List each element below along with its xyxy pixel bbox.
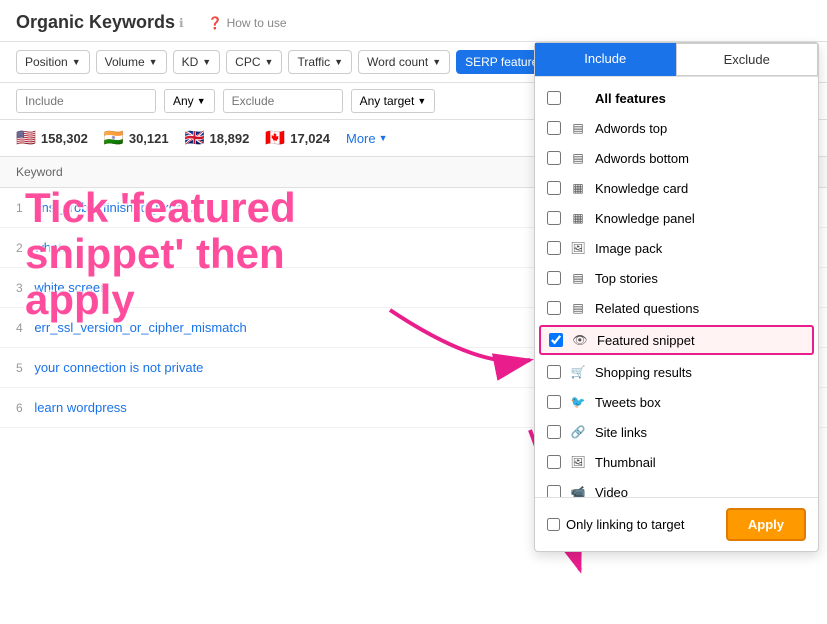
checkbox-related_questions[interactable] [547,301,561,315]
stat-us[interactable]: 🇺🇸 158,302 [16,128,88,148]
item-icon-knowledge_panel: ▦ [569,209,587,227]
include-input[interactable] [16,89,156,113]
item-icon-top_stories: ▤ [569,269,587,287]
keyword-link[interactable]: your connection is not private [34,360,203,375]
item-label-featured_snippet: Featured snippet [597,333,804,348]
row-number: 1 [16,201,23,215]
item-label-shopping_results: Shopping results [595,365,806,380]
item-label-adwords_bottom: Adwords bottom [595,151,806,166]
item-label-knowledge_card: Knowledge card [595,181,806,196]
apply-button[interactable]: Apply [726,508,806,541]
item-icon-all_features [569,89,587,107]
col-keyword: Keyword [0,157,493,188]
exclude-input[interactable] [223,89,343,113]
traffic-filter[interactable]: Traffic ▼ [288,50,352,74]
checkbox-shopping_results[interactable] [547,365,561,379]
dropdown-item-related_questions[interactable]: ▤ Related questions [535,293,818,323]
keyword-link[interactable]: dns_probe_finished_nxdo... [34,200,194,215]
item-label-tweets_box: Tweets box [595,395,806,410]
item-icon-adwords_top: ▤ [569,119,587,137]
volume-filter[interactable]: Volume ▼ [96,50,167,74]
only-linking-checkbox[interactable] [547,518,560,531]
item-icon-image_pack: 🖼 [569,239,587,257]
row-number: 3 [16,281,23,295]
dropdown-item-top_stories[interactable]: ▤ Top stories [535,263,818,293]
dropdown-item-all_features[interactable]: All features [535,83,818,113]
stat-gb[interactable]: 🇬🇧 18,892 [185,128,250,148]
dropdown-item-adwords_top[interactable]: ▤ Adwords top [535,113,818,143]
checkbox-tweets_box[interactable] [547,395,561,409]
item-label-knowledge_panel: Knowledge panel [595,211,806,226]
item-icon-tweets_box: 🐦 [569,393,587,411]
page-title: Organic Keywords [16,12,175,33]
any-select[interactable]: Any ▼ [164,89,215,113]
checkbox-all_features[interactable] [547,91,561,105]
checkbox-thumbnail[interactable] [547,455,561,469]
checkbox-top_stories[interactable] [547,271,561,285]
checkbox-video[interactable] [547,485,561,497]
item-label-site_links: Site links [595,425,806,440]
checkbox-featured_snippet[interactable] [549,333,563,347]
item-label-image_pack: Image pack [595,241,806,256]
item-label-adwords_top: Adwords top [595,121,806,136]
checkbox-knowledge_card[interactable] [547,181,561,195]
keyword-link[interactable]: err_ssl_version_or_cipher_mismatch [34,320,246,335]
item-icon-featured_snippet: 👁 [571,331,589,349]
item-label-all_features: All features [595,91,806,106]
item-label-video: Video [595,485,806,498]
item-label-related_questions: Related questions [595,301,806,316]
item-icon-adwords_bottom: ▤ [569,149,587,167]
tab-include[interactable]: Include [535,43,676,76]
cpc-filter[interactable]: CPC ▼ [226,50,282,74]
page-header: Organic Keywords ℹ ❓ How to use [0,0,827,42]
dropdown-item-featured_snippet[interactable]: 👁 Featured snippet [539,325,814,355]
dropdown-item-thumbnail[interactable]: 🖼 Thumbnail [535,447,818,477]
info-icon[interactable]: ℹ [179,16,184,30]
checkbox-knowledge_panel[interactable] [547,211,561,225]
item-icon-thumbnail: 🖼 [569,453,587,471]
stat-ca[interactable]: 🇨🇦 17,024 [265,128,330,148]
dropdown-tabs: Include Exclude [535,43,818,77]
dropdown-item-knowledge_panel[interactable]: ▦ Knowledge panel [535,203,818,233]
keyword-link[interactable]: what... [34,240,72,255]
dropdown-footer: Only linking to target Apply [535,497,818,551]
only-linking-label: Only linking to target [566,517,685,532]
row-number: 4 [16,321,23,335]
item-icon-site_links: 🔗 [569,423,587,441]
checkbox-adwords_top[interactable] [547,121,561,135]
item-label-top_stories: Top stories [595,271,806,286]
tab-exclude[interactable]: Exclude [676,43,819,76]
row-number: 6 [16,401,23,415]
item-label-thumbnail: Thumbnail [595,455,806,470]
dropdown-item-video[interactable]: 📹 Video [535,477,818,497]
kd-filter[interactable]: KD ▼ [173,50,221,74]
keyword-link[interactable]: white screen [34,280,107,295]
dropdown-item-adwords_bottom[interactable]: ▤ Adwords bottom [535,143,818,173]
checkbox-site_links[interactable] [547,425,561,439]
more-button[interactable]: More ▼ [346,131,388,146]
row-number: 5 [16,361,23,375]
item-icon-knowledge_card: ▦ [569,179,587,197]
item-icon-related_questions: ▤ [569,299,587,317]
stat-in[interactable]: 🇮🇳 30,121 [104,128,169,148]
dropdown-item-image_pack[interactable]: 🖼 Image pack [535,233,818,263]
checkbox-image_pack[interactable] [547,241,561,255]
item-icon-shopping_results: 🛒 [569,363,587,381]
dropdown-item-shopping_results[interactable]: 🛒 Shopping results [535,357,818,387]
position-filter[interactable]: Position ▼ [16,50,90,74]
dropdown-items-list: All features ▤ Adwords top ▤ Adwords bot… [535,77,818,497]
dropdown-item-tweets_box[interactable]: 🐦 Tweets box [535,387,818,417]
checkbox-adwords_bottom[interactable] [547,151,561,165]
row-number: 2 [16,241,23,255]
only-linking-container: Only linking to target [547,517,718,532]
dropdown-item-knowledge_card[interactable]: ▦ Knowledge card [535,173,818,203]
item-icon-video: 📹 [569,483,587,497]
how-to-link[interactable]: ❓ How to use [208,16,287,30]
word-count-filter[interactable]: Word count ▼ [358,50,450,74]
keyword-link[interactable]: learn wordpress [34,400,127,415]
serp-dropdown-panel: Include Exclude All features ▤ Adwords t… [534,42,819,552]
dropdown-item-site_links[interactable]: 🔗 Site links [535,417,818,447]
any-target-select[interactable]: Any target ▼ [351,89,436,113]
